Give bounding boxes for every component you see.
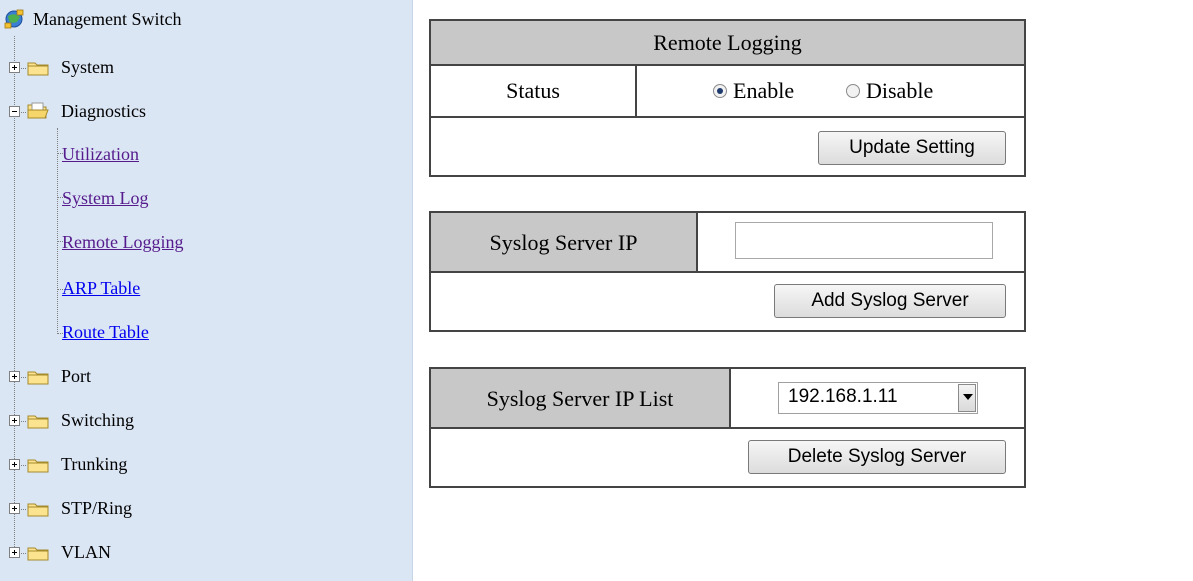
tree-node-label: Diagnostics <box>61 101 146 121</box>
folder-closed-icon <box>27 415 49 429</box>
tree-connector <box>21 421 26 422</box>
expand-plus-icon[interactable] <box>9 371 20 382</box>
collapse-minus-icon[interactable] <box>9 106 20 117</box>
tree-connector <box>57 128 58 334</box>
tree-node-label: VLAN <box>61 542 111 562</box>
expand-plus-icon[interactable] <box>9 503 20 514</box>
enable-label[interactable]: Enable <box>733 78 794 104</box>
tree-node-label: STP/Ring <box>61 498 133 518</box>
navigation-tree: Management Switch System Diagnostics Uti… <box>0 0 413 581</box>
network-globe-icon <box>4 9 24 29</box>
disable-radio[interactable] <box>846 84 860 98</box>
syslog-server-input-cell <box>698 213 1024 273</box>
delete-syslog-server-button[interactable]: Delete Syslog Server <box>748 440 1006 474</box>
tree-node-label: Switching <box>61 410 135 430</box>
syslog-list-panel: Syslog Server IP List 192.168.1.11 Delet… <box>429 367 1026 488</box>
syslog-server-label: Syslog Server IP <box>489 230 638 255</box>
dropdown-arrow-icon[interactable] <box>958 384 976 412</box>
nav-link-arp-table[interactable]: ARP Table <box>62 278 140 299</box>
tree-connector <box>21 68 26 69</box>
syslog-list-label-cell: Syslog Server IP List <box>431 369 731 429</box>
nav-link-route-table[interactable]: Route Table <box>62 322 149 343</box>
syslog-ip-list-select[interactable]: 192.168.1.11 <box>778 382 978 414</box>
remote-logging-panel: Remote Logging Status Enable Disable Upd… <box>429 19 1026 177</box>
expand-plus-icon[interactable] <box>9 547 20 558</box>
status-label: Status <box>506 78 560 103</box>
folder-closed-icon <box>27 371 49 385</box>
syslog-list-label: Syslog Server IP List <box>486 386 674 411</box>
tree-connector <box>21 465 26 466</box>
syslog-list-select-cell: 192.168.1.11 <box>731 369 1024 429</box>
panel-title: Remote Logging <box>653 30 802 55</box>
nav-link-system-log[interactable]: System Log <box>62 188 149 209</box>
folder-closed-icon <box>27 503 49 517</box>
update-setting-button[interactable]: Update Setting <box>818 131 1006 165</box>
folder-closed-icon <box>27 459 49 473</box>
select-value: 192.168.1.11 <box>788 386 898 407</box>
expand-plus-icon[interactable] <box>9 459 20 470</box>
tree-connector <box>21 112 26 113</box>
panel-header: Remote Logging <box>431 21 1024 66</box>
expand-plus-icon[interactable] <box>9 415 20 426</box>
status-options-cell: Enable Disable <box>637 66 1024 118</box>
folder-open-icon <box>27 102 49 119</box>
nav-link-remote-logging[interactable]: Remote Logging <box>62 232 183 253</box>
folder-closed-icon <box>27 547 49 561</box>
tree-root-label: Management Switch <box>33 9 182 29</box>
tree-node-label: System <box>61 57 115 77</box>
tree-connector <box>21 509 26 510</box>
nav-link-utilization[interactable]: Utilization <box>62 144 139 165</box>
add-syslog-server-button[interactable]: Add Syslog Server <box>774 284 1006 318</box>
enable-radio[interactable] <box>713 84 727 98</box>
syslog-server-label-cell: Syslog Server IP <box>431 213 698 273</box>
tree-node-label: Port <box>61 366 92 386</box>
tree-connector <box>21 377 26 378</box>
syslog-server-ip-input[interactable] <box>735 222 993 259</box>
syslog-server-panel: Syslog Server IP Add Syslog Server <box>429 211 1026 332</box>
disable-label[interactable]: Disable <box>866 78 933 104</box>
expand-plus-icon[interactable] <box>9 62 20 73</box>
tree-node-label: Trunking <box>61 454 128 474</box>
status-label-cell: Status <box>431 66 637 118</box>
tree-connector <box>21 553 26 554</box>
folder-closed-icon <box>27 62 49 76</box>
